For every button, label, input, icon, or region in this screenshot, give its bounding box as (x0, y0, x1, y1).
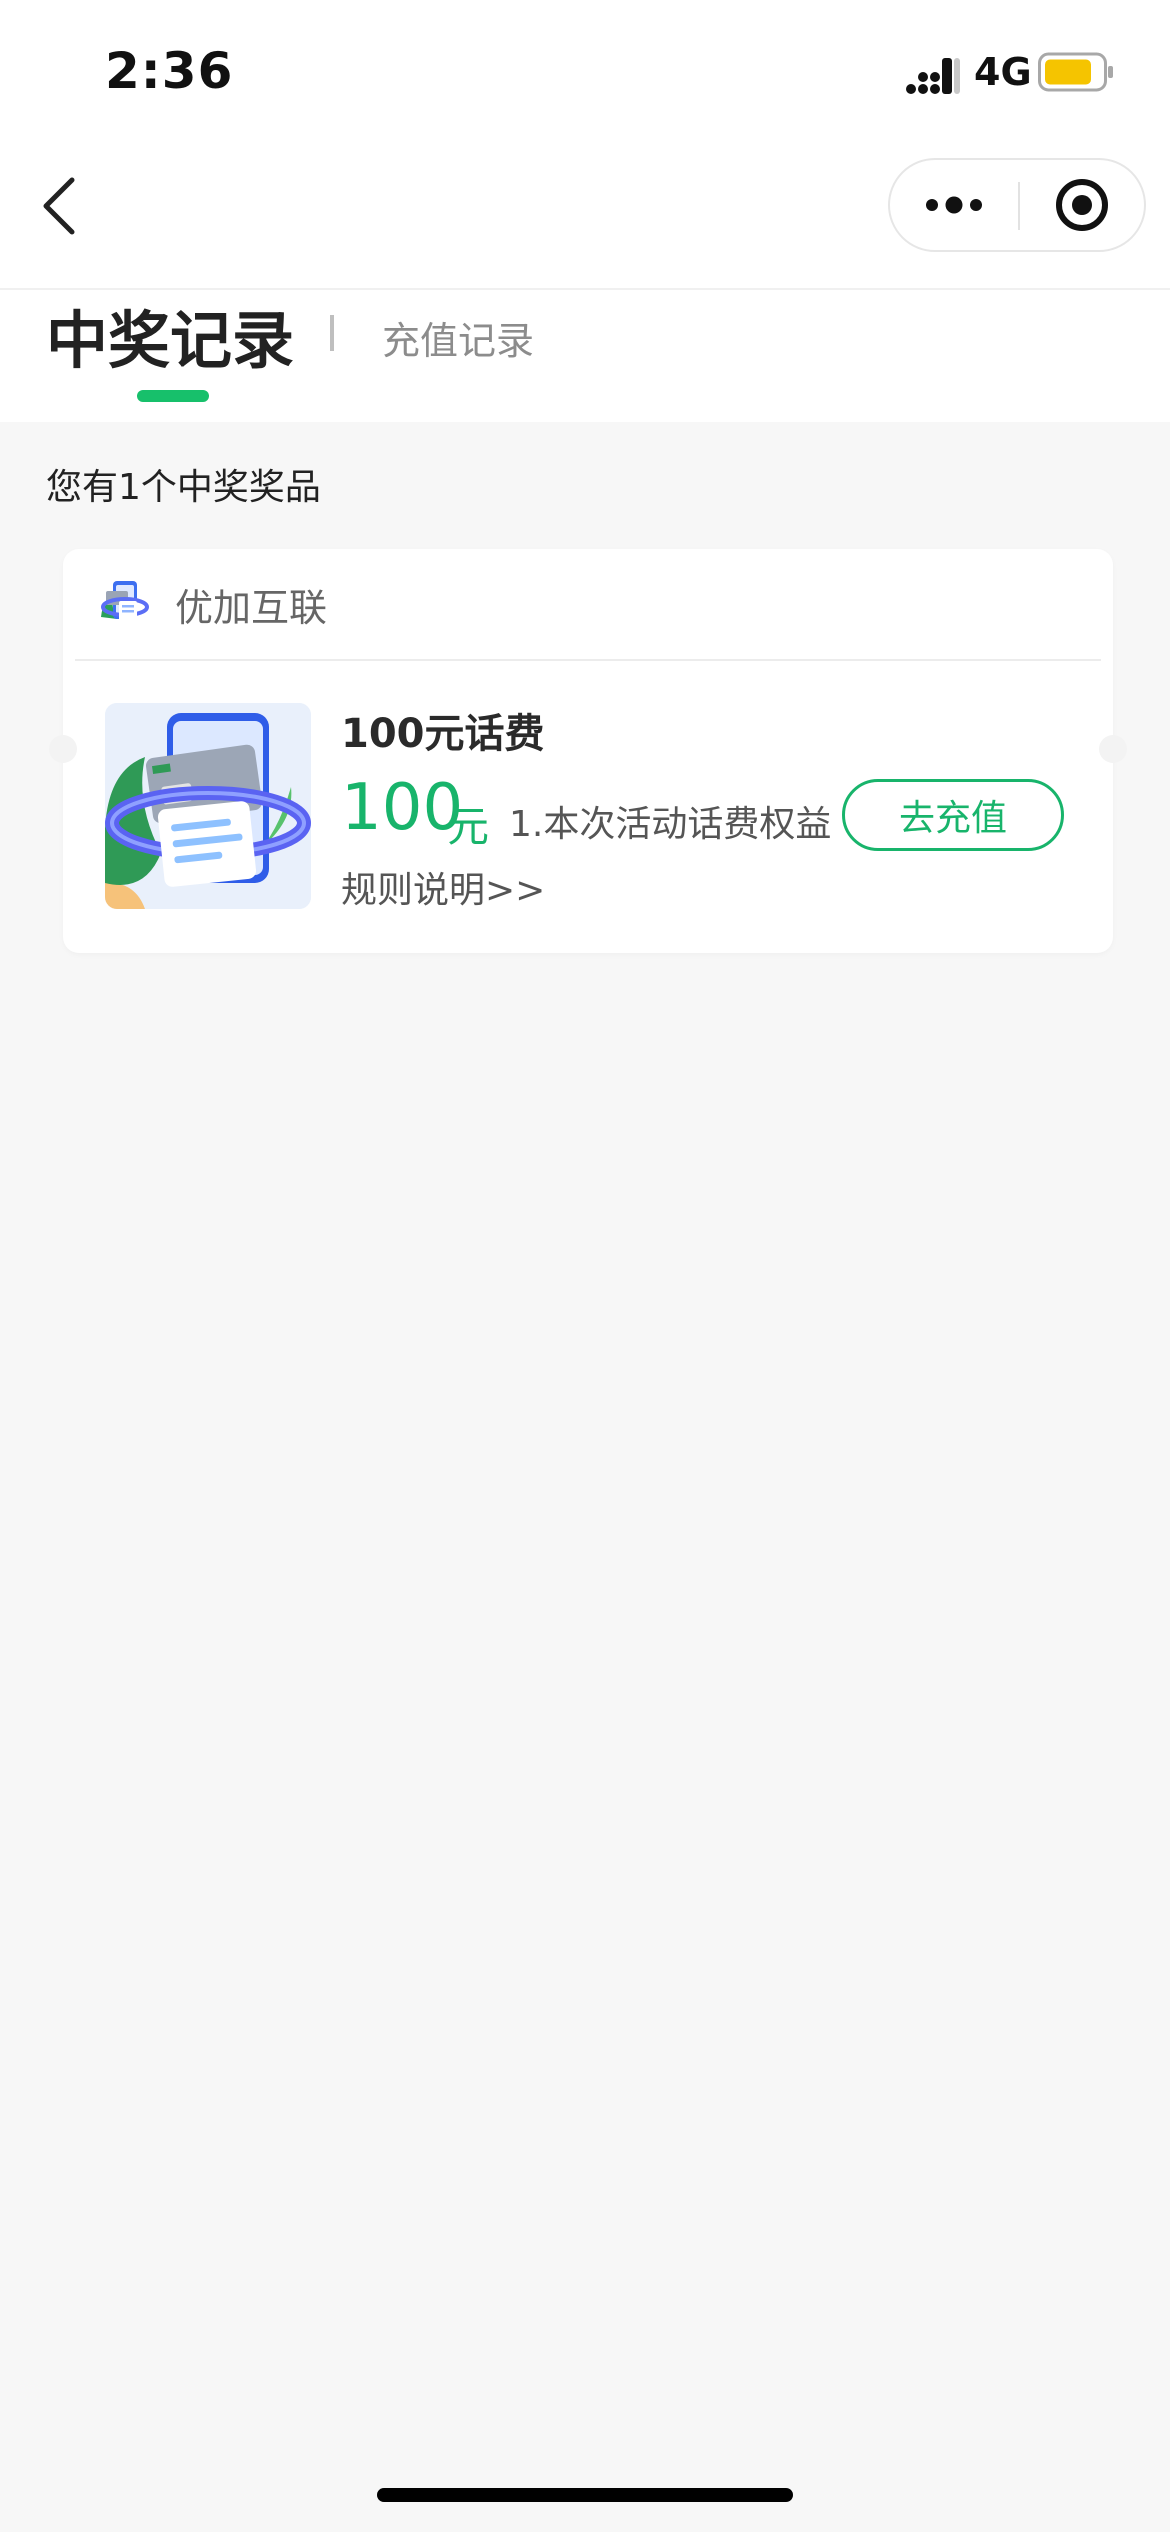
more-button[interactable] (890, 160, 1018, 250)
tab-prize-records[interactable]: 中奖记录 (46, 290, 294, 380)
home-indicator[interactable] (377, 2488, 793, 2502)
prize-count-text: 您有1个中奖奖品 (46, 467, 321, 508)
top-bar: 2:36 4G (0, 0, 1170, 290)
price-unit: 元 (447, 802, 490, 851)
target-close-icon (1056, 179, 1108, 231)
product-title: 100元话费 (341, 711, 545, 757)
close-button[interactable] (1020, 160, 1144, 250)
network-type: 4G (974, 50, 1032, 94)
price-amount: 100 (341, 771, 464, 845)
chevron-left-icon (43, 177, 75, 235)
product-image (105, 703, 311, 909)
card-notch-right (1099, 735, 1127, 763)
back-button[interactable] (30, 166, 90, 246)
card-divider (75, 659, 1101, 661)
recharge-button[interactable]: 去充值 (842, 779, 1064, 851)
prize-card: 优加互联 100元话费 100 元 1.本次活动话费权益 规则说明>> 去充值 (49, 549, 1127, 953)
signal-icon (906, 58, 960, 94)
active-tab-indicator (137, 390, 209, 402)
rules-link[interactable]: 规则说明>> (341, 861, 545, 913)
tab-divider (330, 315, 334, 351)
tab-bar: 中奖记录 充值记录 (0, 290, 1170, 422)
card-notch-left (49, 735, 77, 763)
tab-recharge-records[interactable]: 充值记录 (382, 310, 534, 365)
more-dots-icon (926, 196, 982, 214)
mini-program-capsule (888, 158, 1146, 252)
merchant-name: 优加互联 (175, 586, 328, 630)
product-description: 1.本次活动话费权益 (509, 804, 832, 845)
status-time: 2:36 (105, 42, 234, 100)
battery-icon (1038, 52, 1113, 92)
merchant-logo-icon (97, 573, 153, 629)
phone-bill-illustration-icon (105, 703, 311, 909)
